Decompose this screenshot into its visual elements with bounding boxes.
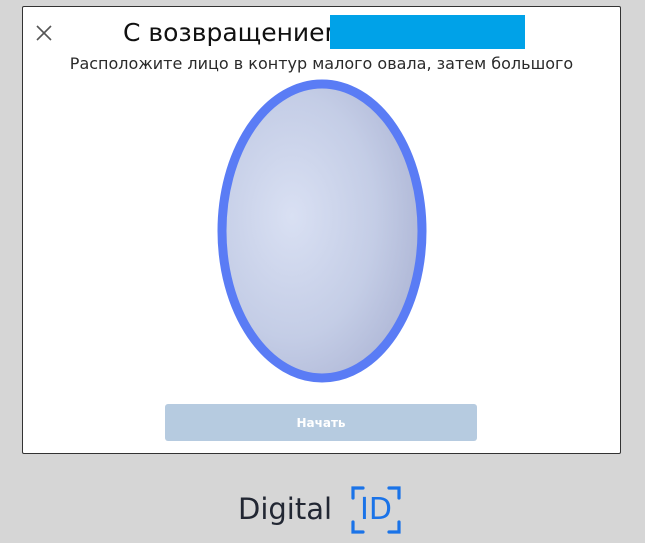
brand-word: Digital [238,492,333,526]
brand-id-text: ID [360,492,392,527]
digital-id-logo: Digital ID [238,484,408,536]
brand-id-mark: ID [349,484,403,536]
dialog-title: С возвращением, [123,18,352,47]
instruction-text: Расположите лицо в контур малого овала, … [69,54,574,73]
start-button[interactable]: Начать [165,404,477,441]
redacted-username [330,15,525,49]
face-oval-frame [216,78,428,384]
face-capture-dialog: С возвращением, Расположите лицо в конту… [22,6,621,454]
title-row: С возвращением, [23,15,620,51]
